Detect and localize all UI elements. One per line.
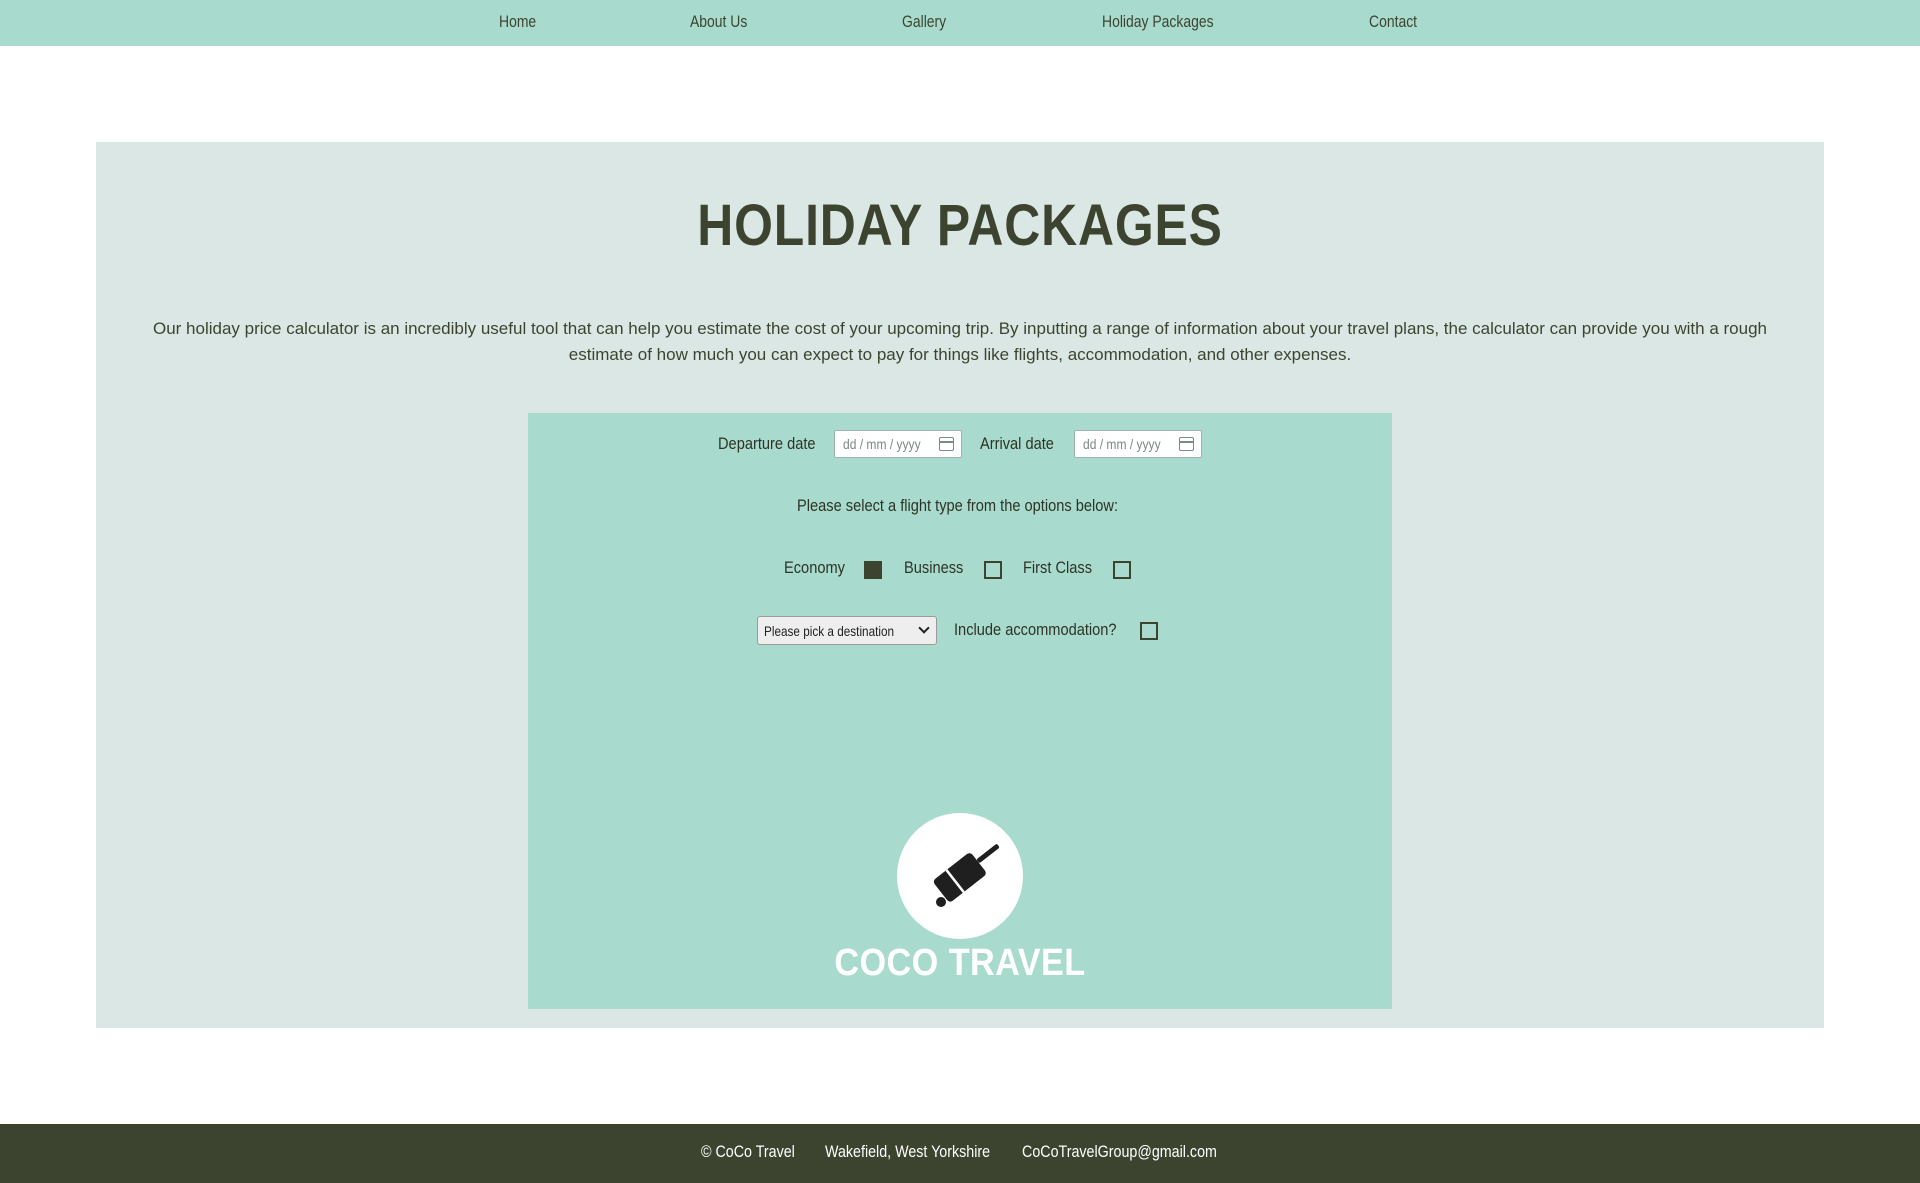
calendar-icon[interactable] (939, 437, 954, 451)
arrival-date-label: Arrival date (980, 434, 1054, 453)
logo-text: COCO TRAVEL (834, 942, 1086, 984)
nav-link-gallery[interactable]: Gallery (902, 12, 946, 32)
footer-copyright: © CoCo Travel (701, 1142, 795, 1161)
accommodation-checkbox[interactable] (1140, 622, 1158, 640)
footer-email[interactable]: CoCoTravelGroup@gmail.com (1022, 1142, 1217, 1162)
logo (897, 813, 1023, 939)
flight-type-prompt: Please select a flight type from the opt… (797, 496, 1119, 515)
accommodation-label: Include accommodation? (954, 620, 1117, 639)
flight-economy-label: Economy (784, 558, 845, 577)
flight-first-class-label: First Class (1023, 558, 1093, 577)
flight-first-class-checkbox[interactable] (1113, 561, 1131, 579)
footer: © CoCo Travel Wakefield, West Yorkshire … (0, 1124, 1920, 1183)
footer-location: Wakefield, West Yorkshire (825, 1142, 991, 1161)
flight-economy-checkbox[interactable] (864, 561, 882, 579)
arrival-date-input[interactable]: dd / mm / yyyy (1074, 430, 1202, 458)
nav-link-home[interactable]: Home (499, 12, 536, 32)
flight-business-label: Business (904, 558, 964, 577)
chevron-down-icon (918, 622, 930, 634)
destination-select[interactable]: Please pick a destination (757, 616, 937, 645)
intro-paragraph: Our holiday price calculator is an incre… (152, 319, 1767, 364)
calendar-icon[interactable] (1179, 437, 1194, 451)
top-navbar: Home About Us Gallery Holiday Packages C… (0, 0, 1920, 46)
flight-business-checkbox[interactable] (984, 561, 1002, 579)
nav-link-holiday-packages[interactable]: Holiday Packages (1102, 12, 1214, 32)
destination-select-value: Please pick a destination (764, 623, 895, 639)
departure-date-placeholder: dd / mm / yyyy (843, 436, 921, 452)
arrival-date-placeholder: dd / mm / yyyy (1083, 436, 1161, 452)
nav-link-contact[interactable]: Contact (1369, 12, 1417, 32)
suitcase-icon (933, 844, 1000, 907)
departure-date-input[interactable]: dd / mm / yyyy (834, 430, 962, 458)
page-title: HOLIDAY PACKAGES (697, 193, 1223, 258)
departure-date-label: Departure date (718, 434, 816, 453)
nav-link-about-us[interactable]: About Us (690, 12, 747, 32)
